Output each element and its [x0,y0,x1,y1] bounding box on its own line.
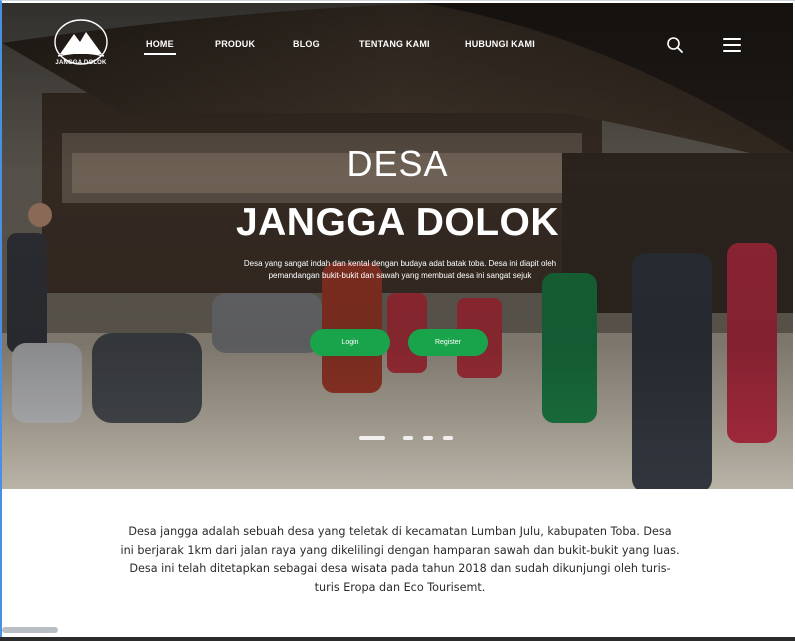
nav-item-blog[interactable]: BLOG [293,39,320,49]
search-icon[interactable] [666,36,684,54]
about-paragraph: Desa jangga adalah sebuah desa yang tele… [120,525,680,594]
hamburger-menu-icon[interactable] [722,37,742,53]
bottom-border [0,637,795,641]
carousel-dot-2[interactable] [403,436,413,440]
horizontal-scrollbar[interactable] [2,627,58,633]
hero-description: Desa yang sangat indah dan kental dengan… [243,259,557,280]
carousel-dot-3[interactable] [423,436,433,440]
carousel-indicators [0,436,795,442]
hero-title-line1: DESA [346,143,449,184]
register-button[interactable]: Register [408,329,488,356]
carousel-dot-4[interactable] [443,436,453,440]
nav-item-home[interactable]: HOME [144,39,176,55]
nav-item-hubungi-kami[interactable]: HUBUNGI KAMI [465,39,535,49]
login-button[interactable]: Login [310,329,390,356]
hero-section [2,3,793,489]
nav-item-produk[interactable]: PRODUK [215,39,255,49]
carousel-dot-1[interactable] [359,436,385,440]
hero-title-line2: JANGGA DOLOK [235,201,560,244]
logo-text: JANGGA DOLOK [55,60,107,66]
nav-item-tentang-kami[interactable]: TENTANG KAMI [359,39,430,49]
hero-overlay [2,3,793,489]
